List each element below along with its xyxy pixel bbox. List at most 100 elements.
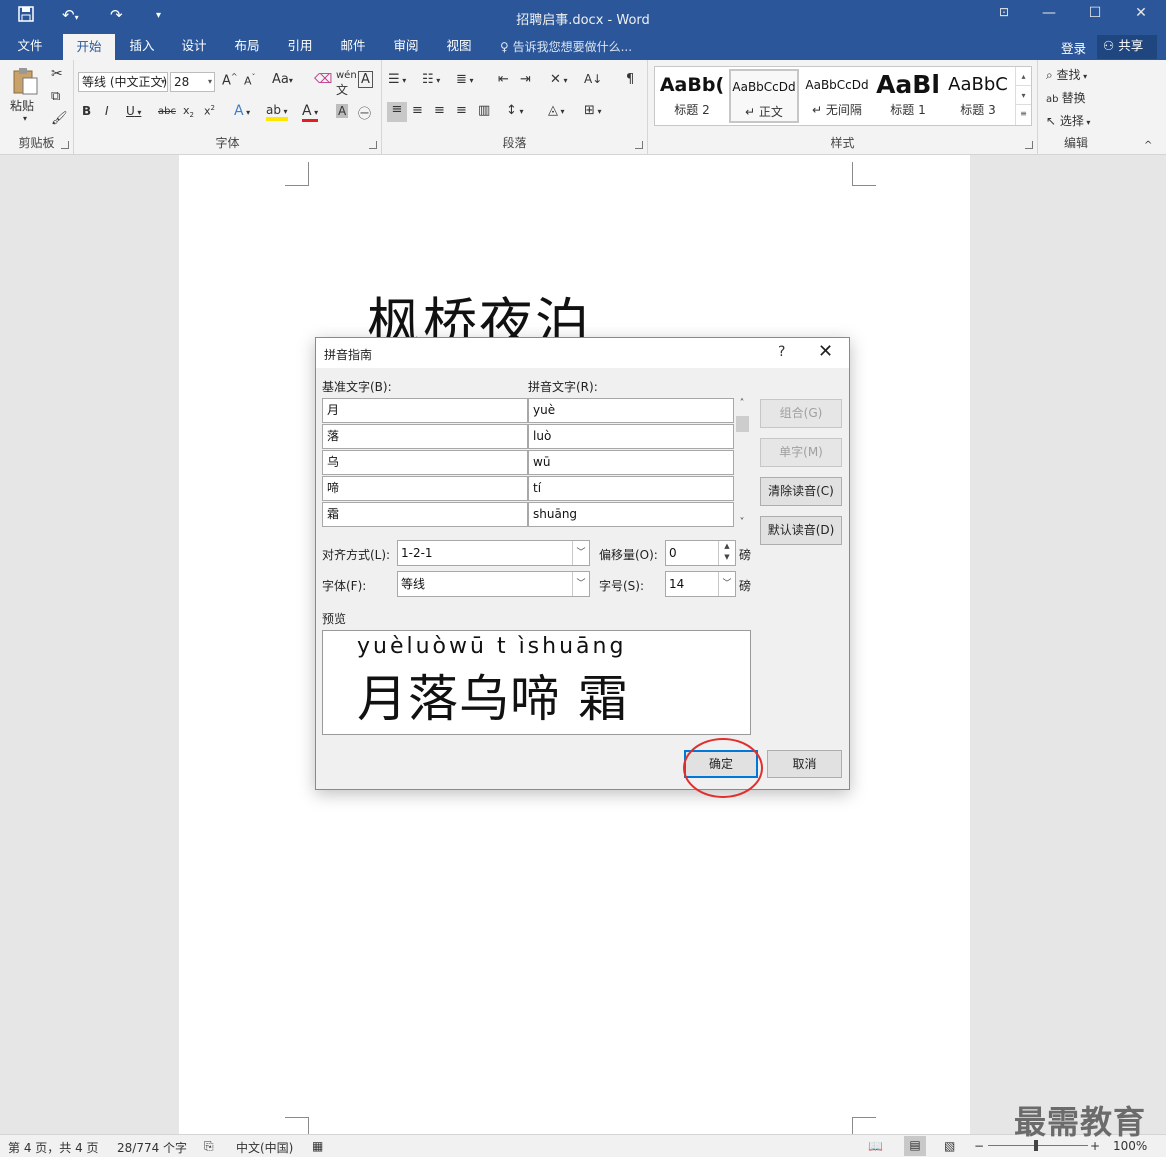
phonetic-guide-icon[interactable]: wén 文: [336, 70, 357, 98]
cut-icon[interactable]: ✂: [51, 66, 63, 82]
macro-icon[interactable]: ▦: [312, 1139, 323, 1153]
default-reading-button[interactable]: 默认读音(D): [760, 516, 842, 545]
web-layout-icon[interactable]: ▧: [944, 1139, 955, 1153]
minimize-icon[interactable]: —: [1026, 5, 1072, 29]
sort-icon[interactable]: A↓: [584, 72, 602, 86]
style-no-spacing[interactable]: AaBbCcDd ↵ 无间隔: [801, 69, 873, 123]
align-center-icon[interactable]: ≡: [412, 103, 423, 118]
close-icon[interactable]: ✕: [818, 341, 833, 362]
ruby-text-field[interactable]: shuāng: [528, 502, 734, 527]
mono-button[interactable]: 单字(M): [760, 438, 842, 467]
numbering-icon[interactable]: ☷ ▾: [422, 72, 440, 87]
tab-insert[interactable]: 插入: [120, 34, 164, 60]
clipboard-launcher-icon[interactable]: [61, 141, 69, 149]
char-border-icon[interactable]: A: [358, 71, 373, 88]
word-count[interactable]: 28/774 个字: [117, 1139, 187, 1156]
line-spacing-icon[interactable]: ↕ ▾: [506, 103, 523, 118]
font-launcher-icon[interactable]: [369, 141, 377, 149]
clear-reading-button[interactable]: 清除读音(C): [760, 477, 842, 506]
chinese-layout-icon[interactable]: ✕ ▾: [550, 72, 567, 87]
share-button[interactable]: ⚇ 共享: [1097, 35, 1157, 59]
align-right-icon[interactable]: ≡: [434, 103, 445, 118]
style-heading2[interactable]: AaBb( 标题 2: [657, 69, 727, 123]
restore-icon[interactable]: ☐: [1072, 5, 1118, 29]
paste-button[interactable]: 粘贴 ▾: [10, 66, 40, 123]
paste-dropdown-icon[interactable]: ▾: [10, 114, 40, 123]
text-effects-icon[interactable]: A ▾: [234, 103, 250, 119]
enclosed-char-icon[interactable]: ㊀: [358, 103, 371, 122]
tab-references[interactable]: 引用: [278, 34, 322, 60]
superscript-icon[interactable]: x2: [204, 104, 215, 118]
page-count[interactable]: 第 4 页，共 4 页: [8, 1139, 99, 1156]
zoom-slider[interactable]: [988, 1145, 1088, 1146]
read-mode-icon[interactable]: 📖: [868, 1139, 883, 1153]
group-button[interactable]: 组合(G): [760, 399, 842, 428]
collapse-ribbon-icon[interactable]: ^: [1144, 140, 1152, 151]
chevron-up-icon[interactable]: ˄: [734, 398, 750, 409]
base-text-field[interactable]: 月: [322, 398, 528, 423]
proofing-icon[interactable]: ⎘: [204, 1139, 214, 1154]
vertical-scrollbar[interactable]: [1142, 155, 1166, 1134]
copy-icon[interactable]: ⧉: [51, 89, 60, 104]
help-icon[interactable]: ?: [778, 344, 785, 360]
scrollbar-thumb[interactable]: [736, 416, 749, 432]
login-link[interactable]: 登录: [1061, 38, 1086, 57]
format-painter-icon[interactable]: 🖌: [51, 111, 68, 126]
find-button[interactable]: ⌕ 查找 ▾: [1046, 66, 1087, 83]
dialog-title-bar[interactable]: 拼音指南 ? ✕: [316, 338, 849, 368]
tab-review[interactable]: 审阅: [384, 34, 428, 60]
chevron-down-icon[interactable]: ▾: [1016, 86, 1031, 105]
gallery-scroll[interactable]: ▴ ▾ ≡: [1015, 67, 1031, 125]
offset-spinner[interactable]: 0 ▲ ▼: [665, 540, 736, 566]
base-text-field[interactable]: 落: [322, 424, 528, 449]
print-layout-icon[interactable]: ▤: [904, 1136, 926, 1156]
font-size-combo[interactable]: 28 ▾: [170, 72, 215, 92]
language-indicator[interactable]: 中文(中国): [236, 1139, 293, 1156]
base-text-field[interactable]: 啼: [322, 476, 528, 501]
font-color-icon[interactable]: A ▾: [302, 103, 319, 122]
base-text-field[interactable]: 乌: [322, 450, 528, 475]
grow-font-icon[interactable]: A^: [222, 72, 238, 88]
distributed-icon[interactable]: ▥: [478, 103, 490, 118]
select-button[interactable]: ↖ 选择 ▾: [1046, 112, 1090, 129]
clear-format-icon[interactable]: ⌫: [314, 72, 332, 87]
ruby-text-field[interactable]: luò: [528, 424, 734, 449]
replace-button[interactable]: ab 替换: [1046, 89, 1086, 106]
shading-icon[interactable]: ◬ ▾: [548, 103, 565, 118]
chevron-down-icon[interactable]: ˅: [734, 517, 750, 528]
tell-me-box[interactable]: ♀ 告诉我您想要做什么...: [500, 38, 632, 55]
shrink-font-icon[interactable]: Aˇ: [244, 73, 256, 88]
tab-design[interactable]: 设计: [172, 34, 216, 60]
change-case-icon[interactable]: Aa▾: [272, 72, 293, 87]
highlight-icon[interactable]: ab ▾: [266, 103, 288, 121]
spin-arrows-icon[interactable]: ▲ ▼: [718, 541, 735, 565]
style-heading3[interactable]: AaBbC 标题 3: [943, 69, 1013, 123]
ruby-text-field[interactable]: wū: [528, 450, 734, 475]
justify-icon[interactable]: ≡: [456, 103, 467, 118]
gallery-more-icon[interactable]: ≡: [1016, 105, 1031, 123]
tab-view[interactable]: 视图: [437, 34, 481, 60]
close-icon[interactable]: ✕: [1118, 5, 1164, 29]
underline-icon[interactable]: U ▾: [126, 104, 141, 118]
size-select[interactable]: 14 ﹀: [665, 571, 736, 597]
bullets-icon[interactable]: ☰ ▾: [388, 72, 406, 87]
borders-icon[interactable]: ⊞ ▾: [584, 103, 601, 118]
tab-layout[interactable]: 布局: [225, 34, 269, 60]
tab-mailings[interactable]: 邮件: [331, 34, 375, 60]
strikethrough-icon[interactable]: abc: [158, 106, 176, 117]
subscript-icon[interactable]: x2: [183, 104, 194, 119]
align-left-icon[interactable]: ≡: [387, 102, 407, 122]
font-name-combo[interactable]: 等线 (中文正文) ▾: [78, 72, 168, 92]
chevron-up-icon[interactable]: ▴: [1016, 67, 1031, 86]
multilevel-list-icon[interactable]: ≣ ▾: [456, 72, 473, 87]
alignment-select[interactable]: 1-2-1 ﹀: [397, 540, 590, 566]
zoom-out-icon[interactable]: −: [974, 1139, 984, 1153]
paragraph-launcher-icon[interactable]: [635, 141, 643, 149]
tab-home[interactable]: 开始: [63, 34, 115, 60]
show-marks-icon[interactable]: ¶: [626, 72, 634, 87]
styles-launcher-icon[interactable]: [1025, 141, 1033, 149]
ruby-text-field[interactable]: tí: [528, 476, 734, 501]
ribbon-display-icon[interactable]: ⊡: [981, 5, 1027, 29]
tab-file[interactable]: 文件: [8, 34, 52, 60]
style-normal[interactable]: AaBbCcDd ↵ 正文: [729, 69, 799, 123]
